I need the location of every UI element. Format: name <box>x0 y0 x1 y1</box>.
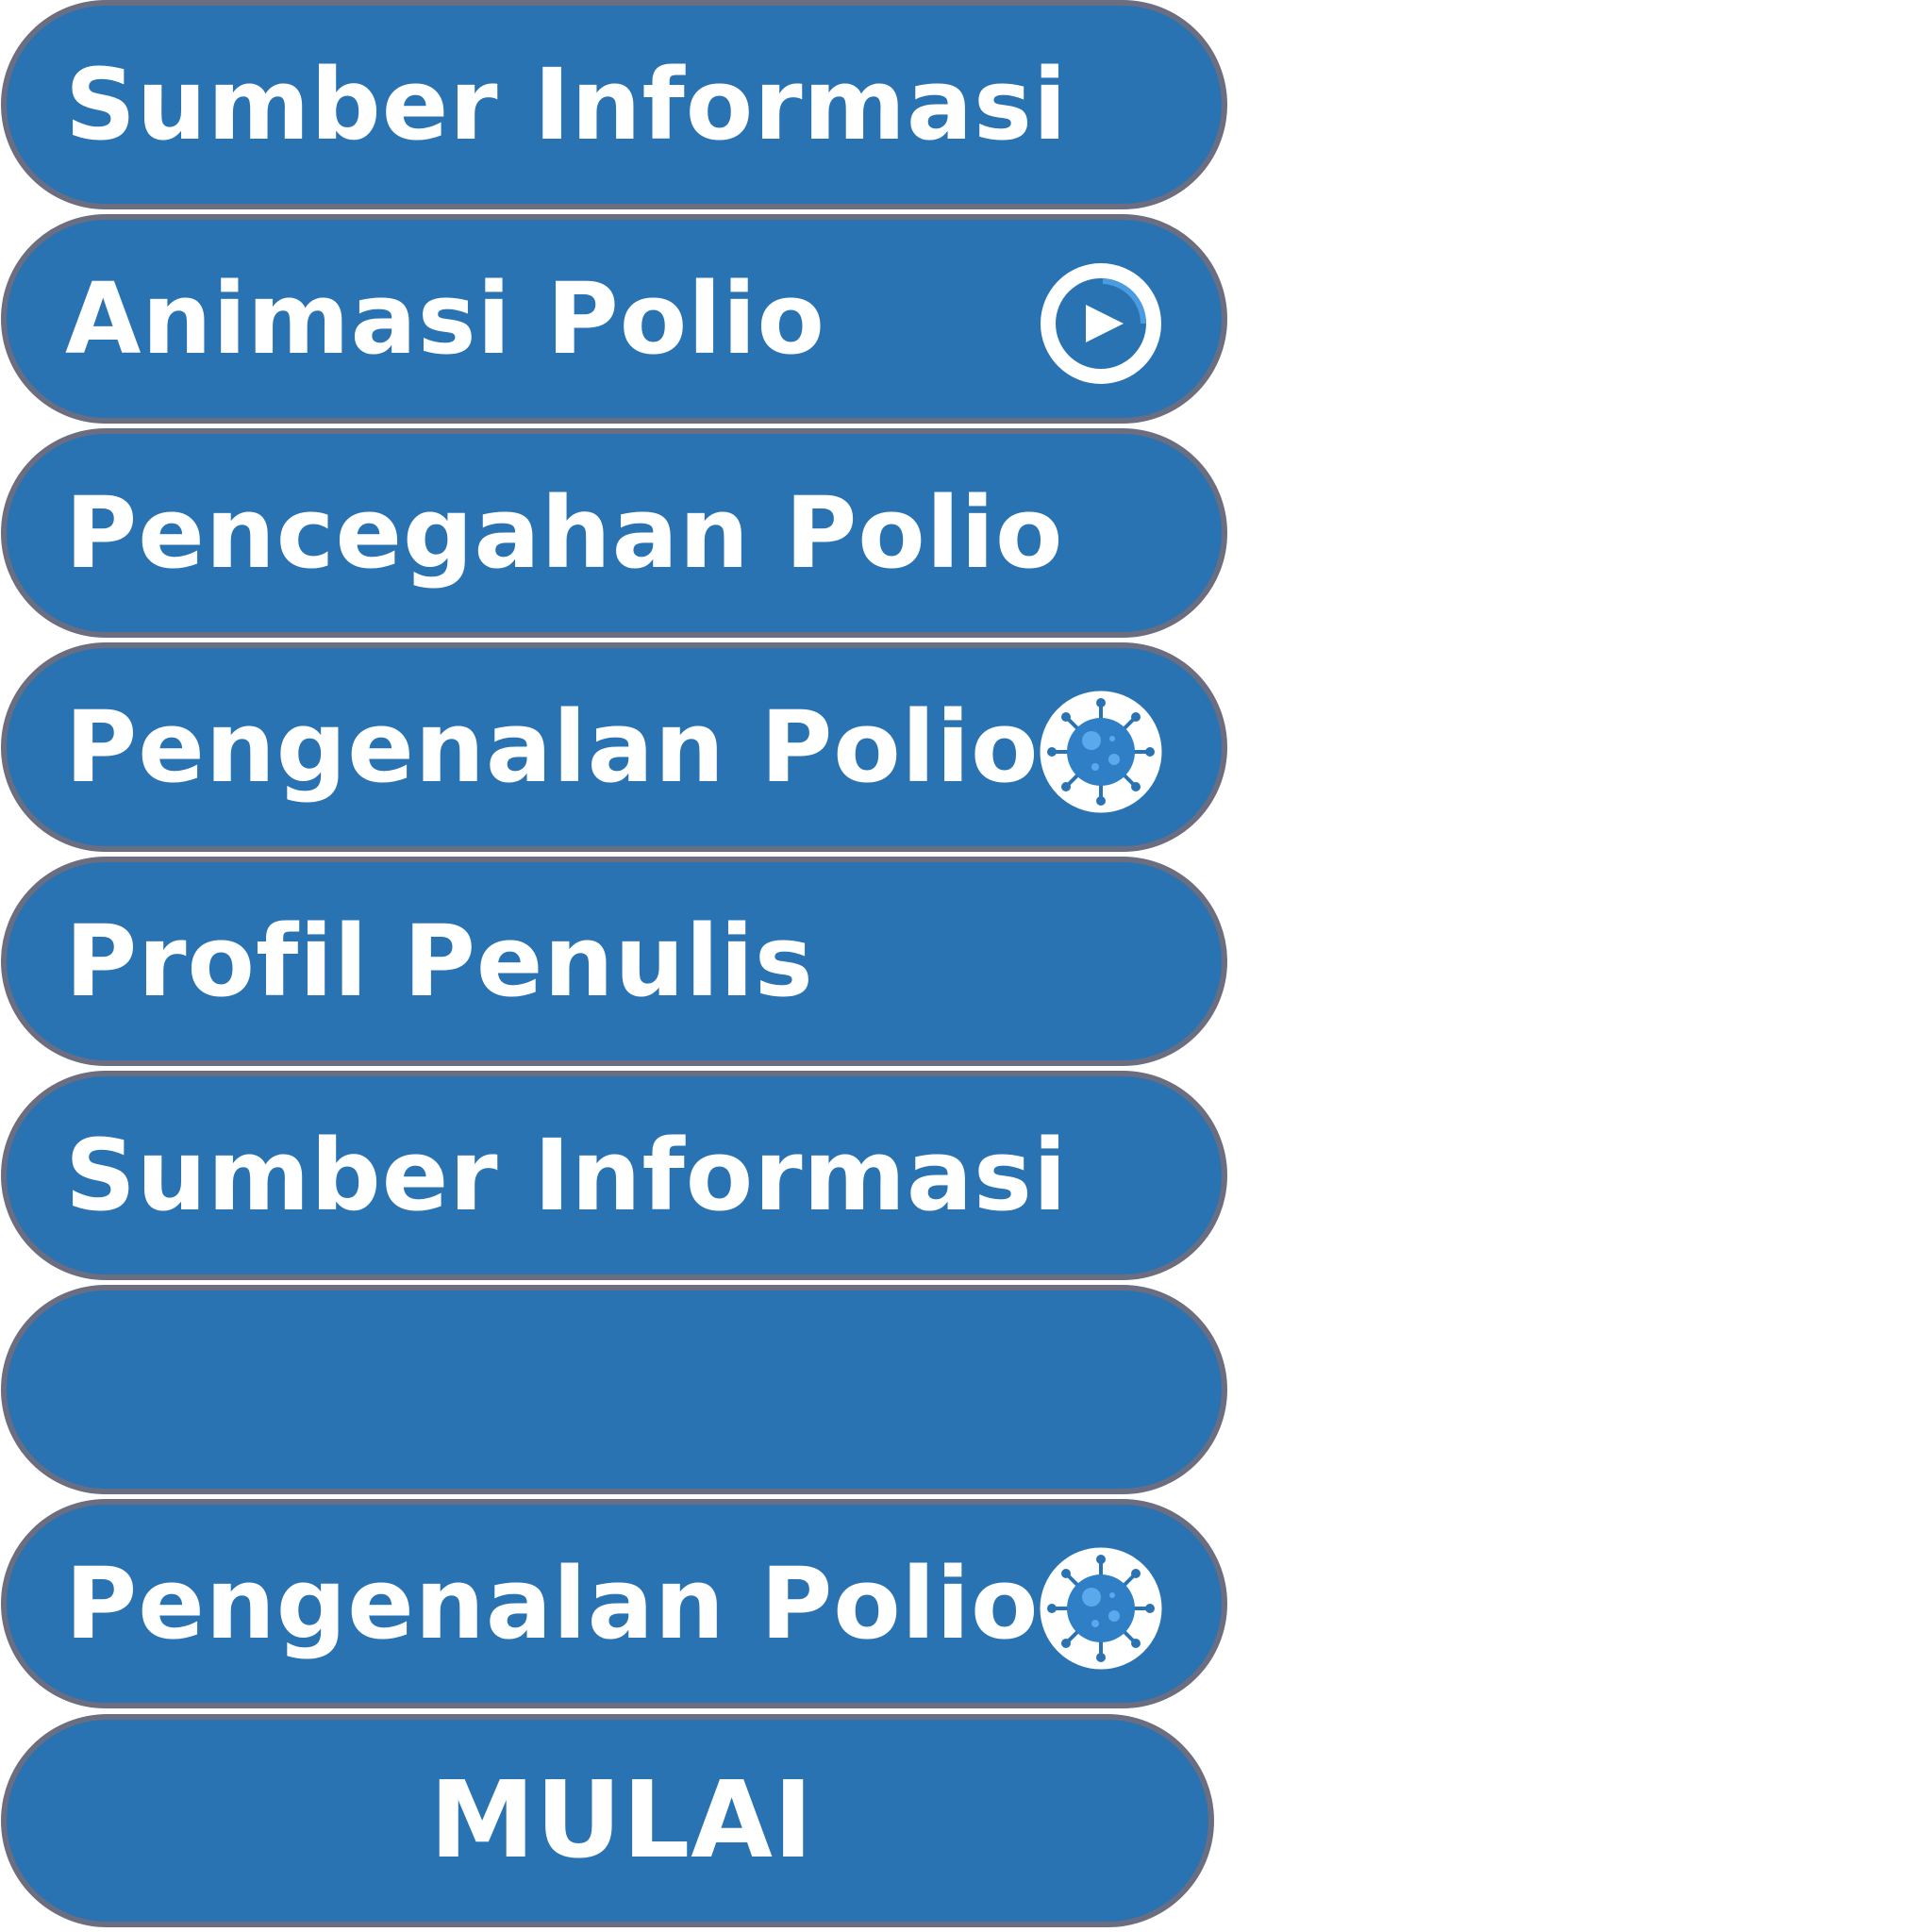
button-label: Profil Penulis <box>65 904 814 1019</box>
virus-icon <box>1037 1544 1165 1673</box>
animasi-polio-button[interactable]: Animasi Polio <box>1 214 1227 424</box>
pengenalan-polio-button[interactable]: Pengenalan Polio <box>1 642 1227 852</box>
button-label: Sumber Informasi <box>65 47 1068 162</box>
mulai-button[interactable]: MULAI <box>1 1714 1214 1927</box>
virus-icon <box>1037 688 1165 816</box>
blank-button[interactable] <box>1 1285 1227 1494</box>
pencegahan-polio-button[interactable]: Pencegahan Polio <box>1 428 1227 638</box>
sumber-informasi-button[interactable]: Sumber Informasi <box>1 1071 1227 1280</box>
button-sheet: Sumber Informasi Animasi Polio Pencegaha… <box>0 0 1932 1932</box>
profil-penulis-button[interactable]: Profil Penulis <box>1 857 1227 1066</box>
button-label: MULAI <box>429 1759 814 1882</box>
play-icon <box>1041 263 1161 384</box>
button-label: Pengenalan Polio <box>65 690 1040 805</box>
button-label: Pengenalan Polio <box>65 1546 1040 1661</box>
button-label: Animasi Polio <box>65 261 825 376</box>
button-label: Pencegahan Polio <box>65 475 1064 591</box>
sumber-informasi-button[interactable]: Sumber Informasi <box>1 0 1227 209</box>
button-label: Sumber Informasi <box>65 1118 1068 1233</box>
pengenalan-polio-button[interactable]: Pengenalan Polio <box>1 1499 1227 1708</box>
